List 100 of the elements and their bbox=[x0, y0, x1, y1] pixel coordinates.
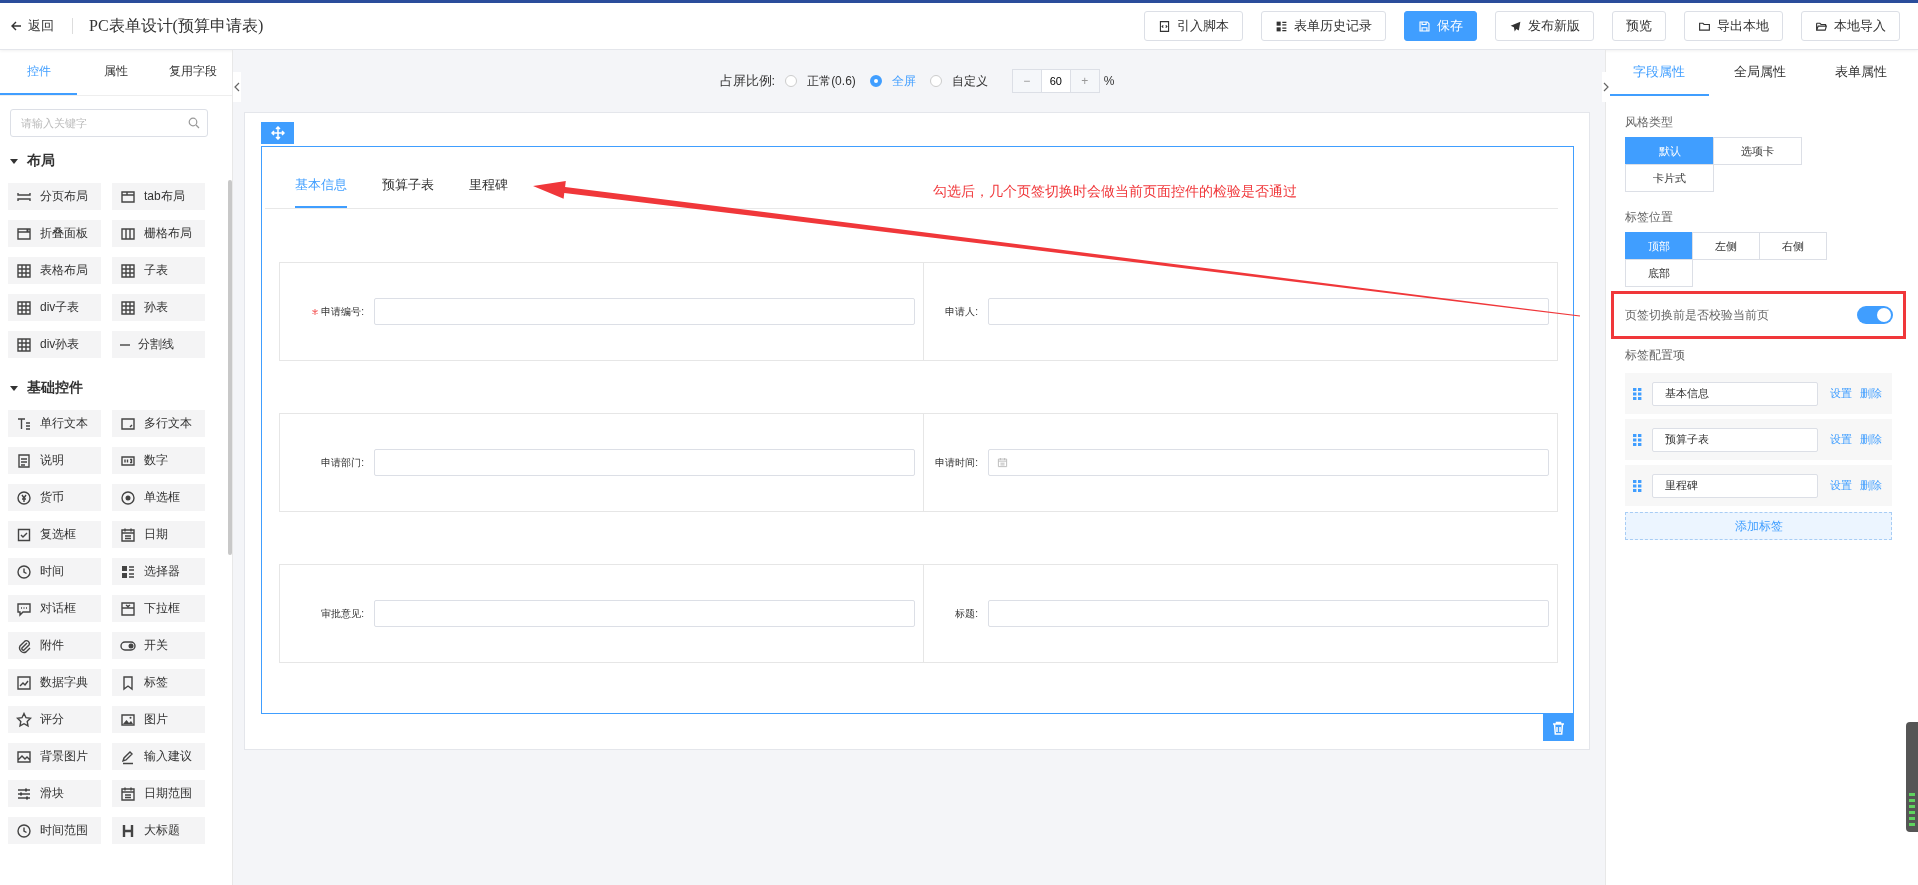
component-item[interactable]: 开关 bbox=[112, 632, 205, 659]
group-heading: 布局 bbox=[27, 152, 55, 170]
tag-name-field[interactable]: 预算子表 bbox=[1652, 427, 1818, 452]
save-icon bbox=[1418, 19, 1431, 33]
caret-icon[interactable] bbox=[9, 156, 19, 166]
component-item[interactable]: 大标题 bbox=[112, 817, 205, 844]
component-item[interactable]: 多行文本 bbox=[112, 410, 205, 437]
segment-button[interactable]: 选项卡 bbox=[1713, 137, 1802, 165]
component-item[interactable]: 表格布局 bbox=[8, 257, 101, 284]
property-tab[interactable]: 表单属性 bbox=[1810, 50, 1912, 96]
radio-label[interactable]: 正常(0.6) bbox=[807, 72, 856, 90]
segment-button[interactable]: 左侧 bbox=[1692, 232, 1760, 260]
search-field[interactable]: 请输入关键字 bbox=[10, 109, 208, 137]
toggle-switch[interactable] bbox=[1857, 306, 1893, 324]
document-icon bbox=[16, 452, 32, 469]
component-item[interactable]: 日期 bbox=[112, 521, 205, 548]
list-icon bbox=[120, 563, 136, 580]
component-item[interactable]: 复选框 bbox=[8, 521, 101, 548]
toolbar-button[interactable]: 发布新版 bbox=[1495, 11, 1594, 41]
form-tab[interactable]: 里程碑 bbox=[469, 176, 508, 208]
component-item[interactable]: 选择器 bbox=[112, 558, 205, 585]
back-button[interactable]: 返回 bbox=[8, 15, 56, 37]
drag-handle-icon[interactable] bbox=[1633, 433, 1642, 446]
move-handle[interactable] bbox=[261, 122, 294, 144]
component-item[interactable]: 说明 bbox=[8, 447, 101, 474]
search-icon bbox=[188, 117, 200, 129]
radio-button[interactable] bbox=[869, 75, 882, 87]
input-field[interactable] bbox=[374, 600, 915, 627]
component-item[interactable]: 背景图片 bbox=[8, 743, 101, 770]
tag-name-field[interactable]: 里程碑 bbox=[1652, 473, 1818, 498]
radio-label[interactable]: 自定义 bbox=[951, 72, 988, 90]
component-item[interactable]: 数据字典 bbox=[8, 669, 101, 696]
input-field[interactable] bbox=[374, 298, 915, 325]
component-item[interactable]: 对话框 bbox=[8, 595, 101, 622]
component-item[interactable]: 时间 bbox=[8, 558, 101, 585]
panel-tab[interactable]: 属性 bbox=[77, 50, 155, 95]
component-item[interactable]: div子表 bbox=[8, 294, 101, 321]
table-icon bbox=[16, 299, 32, 316]
component-item[interactable]: 子表 bbox=[112, 257, 205, 284]
component-item[interactable]: 图片 bbox=[112, 706, 205, 733]
component-item[interactable]: 日期范围 bbox=[112, 780, 205, 807]
scrollbar[interactable] bbox=[228, 180, 232, 555]
section-label: 标签配置项 bbox=[1625, 347, 1686, 364]
input-field[interactable] bbox=[988, 600, 1549, 627]
component-item[interactable]: tab布局 bbox=[112, 183, 205, 210]
toolbar-button[interactable]: 本地导入 bbox=[1801, 11, 1900, 41]
input-field[interactable] bbox=[374, 449, 915, 476]
segment-button[interactable]: 底部 bbox=[1625, 259, 1693, 287]
clock-icon bbox=[16, 563, 32, 580]
chevron-right-icon bbox=[1603, 82, 1609, 92]
property-tab[interactable]: 全局属性 bbox=[1709, 50, 1811, 96]
segment-button[interactable]: 右侧 bbox=[1759, 232, 1827, 260]
component-item[interactable]: 数字 bbox=[112, 447, 205, 474]
component-item[interactable]: 输入建议 bbox=[112, 743, 205, 770]
date-field[interactable] bbox=[988, 449, 1549, 476]
toolbar-button[interactable]: 预览 bbox=[1612, 11, 1666, 41]
radio-button[interactable] bbox=[785, 75, 798, 87]
segment-button[interactable]: 卡片式 bbox=[1625, 164, 1714, 192]
checkbox-icon bbox=[16, 526, 32, 543]
field-label: 申请时间: bbox=[935, 455, 978, 470]
panel-icon bbox=[16, 225, 32, 242]
component-item[interactable]: 分割线 bbox=[112, 331, 205, 358]
component-item[interactable]: 分页布局 bbox=[8, 183, 101, 210]
toolbar-button[interactable]: 引入脚本 bbox=[1144, 11, 1243, 41]
field-label: 标题: bbox=[955, 606, 978, 621]
collapse-button[interactable] bbox=[1602, 72, 1610, 102]
component-item[interactable]: 单选框 bbox=[112, 484, 205, 511]
component-item[interactable]: 栅格布局 bbox=[112, 220, 205, 247]
ratio-input[interactable]: 60 bbox=[1040, 70, 1071, 92]
collapse-button[interactable] bbox=[233, 72, 241, 102]
component-item[interactable]: 下拉框 bbox=[112, 595, 205, 622]
component-item[interactable]: 滑块 bbox=[8, 780, 101, 807]
radio-button[interactable] bbox=[929, 75, 942, 87]
field-label: 申请人: bbox=[945, 304, 978, 319]
image-icon bbox=[120, 711, 136, 728]
toolbar-button[interactable]: 导出本地 bbox=[1684, 11, 1783, 41]
tag-name-field[interactable]: 基本信息 bbox=[1652, 381, 1818, 406]
component-item[interactable]: 评分 bbox=[8, 706, 101, 733]
component-item[interactable]: 货币 bbox=[8, 484, 101, 511]
paperclip-icon bbox=[16, 637, 32, 654]
page-title: PC表单设计(预算申请表) bbox=[89, 15, 264, 37]
component-item[interactable]: div孙表 bbox=[8, 331, 101, 358]
input-field[interactable] bbox=[988, 298, 1549, 325]
component-item[interactable]: 单行文本 bbox=[8, 410, 101, 437]
component-item[interactable]: 时间范围 bbox=[8, 817, 101, 844]
level-meter-icon bbox=[1906, 722, 1918, 832]
component-item[interactable]: 标签 bbox=[112, 669, 205, 696]
chevron-left-icon bbox=[234, 82, 240, 92]
table-icon bbox=[16, 262, 32, 279]
form-tab[interactable]: 预算子表 bbox=[382, 176, 434, 208]
drag-handle-icon[interactable] bbox=[1633, 479, 1642, 492]
toolbar-button[interactable]: 表单历史记录 bbox=[1261, 11, 1386, 41]
component-item[interactable]: 折叠面板 bbox=[8, 220, 101, 247]
delete-button[interactable] bbox=[1543, 714, 1574, 741]
component-item[interactable]: 附件 bbox=[8, 632, 101, 659]
panel-tab[interactable]: 复用字段 bbox=[154, 50, 232, 95]
drag-handle-icon[interactable] bbox=[1633, 387, 1642, 400]
component-item[interactable]: 孙表 bbox=[112, 294, 205, 321]
caret-icon[interactable] bbox=[9, 383, 19, 393]
back-arrow-icon bbox=[10, 20, 22, 32]
